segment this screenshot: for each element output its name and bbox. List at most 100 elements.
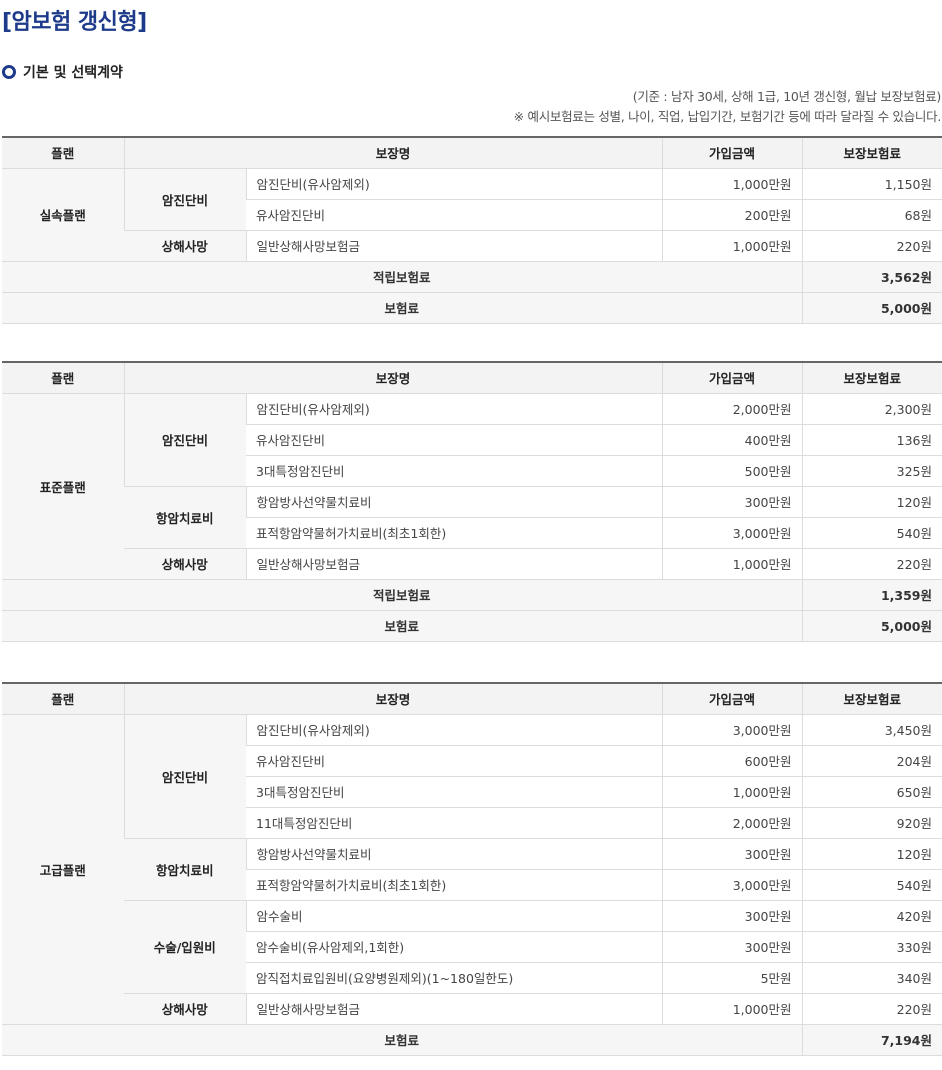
header-amount: 가입금액 [661, 682, 803, 715]
table-row: 표준플랜 암진단비 암진단비(유사암제외) 2,000만원 2,300원 [2, 393, 942, 580]
amount-cell: 2,000만원 [661, 807, 803, 839]
premium-cell: 420원 [801, 900, 942, 932]
total-value: 1,359원 [801, 579, 942, 611]
plan-name-cell: 고급플랜 [2, 714, 124, 1025]
coverage-name-cell: 유사암진단비 [246, 424, 663, 456]
coverage-name-cell: 항암방사선약물치료비 [245, 486, 663, 518]
total-value: 5,000원 [801, 610, 942, 642]
plan-table: 플랜 보장명 가입금액 보장보험료 실속플랜 암진단비 암진단비(유사암제외) 1,000만원… [2, 136, 942, 324]
category-cell: 상해사망 [124, 548, 246, 580]
total-value: 5,000원 [801, 292, 942, 324]
basis-note: (기준 : 남자 30세, 상해 1급, 10년 갱신형, 월납 보장보험료) [632, 89, 942, 104]
amount-cell: 1,000만원 [661, 993, 803, 1025]
total-label: 보험료 [2, 292, 803, 324]
premium-cell: 325원 [801, 455, 942, 487]
premium-cell: 540원 [801, 869, 942, 901]
header-premium: 보장보험료 [801, 361, 942, 394]
coverage-name-cell: 항암방사선약물치료비 [245, 838, 663, 870]
total-value: 7,194원 [801, 1024, 942, 1056]
coverage-name-cell: 암진단비(유사암제외) [245, 168, 663, 200]
total-label: 보험료 [2, 1024, 803, 1056]
header-amount: 가입금액 [661, 361, 803, 394]
amount-cell: 600만원 [661, 745, 803, 777]
premium-cell: 120원 [801, 486, 942, 518]
table-header-row: 플랜 보장명 가입금액 보장보험료 [2, 682, 942, 715]
premium-cell: 136원 [801, 424, 942, 456]
coverage-name-cell: 3대특정암진단비 [246, 455, 663, 487]
amount-cell: 300만원 [661, 931, 803, 963]
category-cell: 수술/입원비 [124, 900, 246, 994]
premium-cell: 220원 [801, 548, 942, 580]
coverage-name-cell: 유사암진단비 [246, 745, 663, 777]
plan-name-cell: 표준플랜 [2, 393, 124, 580]
premium-cell: 920원 [801, 807, 942, 839]
total-row: 적립보험료 1,359원 [2, 579, 942, 611]
disclaimer-note: ※ 예시보험료는 성별, 나이, 직업, 납입기간, 보험기간 등에 따라 달라… [513, 109, 942, 124]
header-amount: 가입금액 [661, 136, 803, 169]
coverage-name-cell: 일반상해사망보험금 [245, 548, 663, 580]
category-cell: 암진단비 [123, 714, 246, 839]
amount-cell: 200만원 [661, 199, 803, 231]
total-row: 보험료 5,000원 [2, 292, 942, 324]
coverage-name-cell: 유사암진단비 [246, 199, 663, 231]
coverage-name-cell: 암직접치료입원비(요양병원제외)(1~180일한도) [246, 962, 663, 994]
table-row: 상해사망 일반상해사망보험금 1,000만원 220원 [2, 548, 942, 580]
plan-table: 플랜 보장명 가입금액 보장보험료 표준플랜 암진단비 암진단비(유사암제외) 2,000만원… [2, 361, 942, 642]
category-cell: 암진단비 [123, 168, 246, 231]
category-cell: 암진단비 [123, 393, 246, 487]
amount-cell: 2,000만원 [661, 393, 803, 425]
coverage-name-cell: 암진단비(유사암제외) [245, 393, 663, 425]
total-row: 보험료 5,000원 [2, 610, 942, 642]
premium-cell: 204원 [801, 745, 942, 777]
category-cell: 상해사망 [124, 993, 246, 1025]
table-row: 고급플랜 암진단비 암진단비(유사암제외) 3,000만원 3,450원 [2, 714, 942, 1025]
coverage-name-cell: 일반상해사망보험금 [245, 993, 663, 1025]
coverage-name-cell: 표적항암약물허가치료비(최초1회한) [246, 869, 663, 901]
amount-cell: 1,000만원 [661, 776, 803, 808]
table-header-row: 플랜 보장명 가입금액 보장보험료 [2, 361, 942, 394]
total-row: 보험료 7,194원 [2, 1024, 942, 1056]
premium-cell: 120원 [801, 838, 942, 870]
header-premium: 보장보험료 [801, 682, 942, 715]
coverage-name-cell: 3대특정암진단비 [246, 776, 663, 808]
total-row: 적립보험료 3,562원 [2, 261, 942, 293]
table-row: 항암치료비 항암방사선약물치료비 300만원 120원 [2, 838, 942, 901]
amount-cell: 5만원 [661, 962, 803, 994]
table-row: 상해사망 일반상해사망보험금 1,000만원 220원 [2, 993, 942, 1025]
coverage-name-cell: 암진단비(유사암제외) [245, 714, 663, 746]
premium-cell: 650원 [801, 776, 942, 808]
header-plan: 플랜 [2, 361, 124, 394]
amount-cell: 300만원 [661, 838, 803, 870]
section-heading: 기본 및 선택계약 [2, 62, 123, 82]
amount-cell: 300만원 [661, 900, 803, 932]
premium-cell: 2,300원 [801, 393, 942, 425]
amount-cell: 500만원 [661, 455, 803, 487]
category-cell: 상해사망 [124, 230, 246, 262]
table-header-row: 플랜 보장명 가입금액 보장보험료 [2, 136, 942, 169]
premium-cell: 330원 [801, 931, 942, 963]
circle-bullet-icon [2, 65, 16, 79]
amount-cell: 1,000만원 [661, 230, 803, 262]
amount-cell: 3,000만원 [661, 517, 803, 549]
page-title: [암보험 갱신형] [2, 10, 147, 35]
amount-cell: 400만원 [661, 424, 803, 456]
coverage-name-cell: 11대특정암진단비 [246, 807, 663, 839]
header-plan: 플랜 [2, 136, 124, 169]
total-label: 적립보험료 [2, 579, 803, 611]
coverage-name-cell: 일반상해사망보험금 [245, 230, 663, 262]
category-cell: 항암치료비 [124, 838, 246, 901]
table-row: 항암치료비 항암방사선약물치료비 300만원 120원 [2, 486, 942, 549]
premium-cell: 540원 [801, 517, 942, 549]
table-row: 수술/입원비 암수술비 300만원 420원 [2, 900, 942, 994]
coverage-name-cell: 암수술비(유사암제외,1회한) [246, 931, 663, 963]
plan-name-cell: 실속플랜 [2, 168, 124, 262]
header-coverage: 보장명 [123, 682, 663, 715]
section-label: 기본 및 선택계약 [23, 65, 123, 81]
header-premium: 보장보험료 [801, 136, 942, 169]
category-cell: 항암치료비 [124, 486, 246, 549]
header-coverage: 보장명 [123, 136, 663, 169]
premium-cell: 3,450원 [801, 714, 942, 746]
plan-table: 플랜 보장명 가입금액 보장보험료 고급플랜 암진단비 암진단비(유사암제외) 3,000만원… [2, 682, 942, 1056]
header-coverage: 보장명 [123, 361, 663, 394]
amount-cell: 1,000만원 [661, 168, 803, 200]
